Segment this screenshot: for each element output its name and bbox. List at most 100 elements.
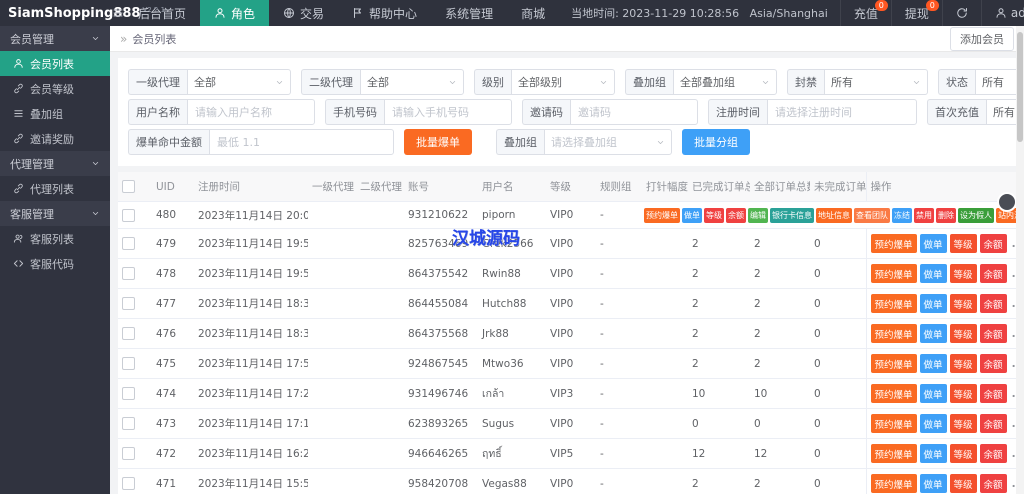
balance-button[interactable]: 余额 bbox=[980, 384, 1007, 403]
row-checkbox[interactable] bbox=[122, 387, 135, 400]
address-info-button[interactable]: 地址信息 bbox=[816, 208, 852, 223]
filter-stack-group-select[interactable]: 全部叠加组 bbox=[673, 69, 777, 95]
delete-button[interactable]: 删除 bbox=[936, 208, 956, 223]
batch-burst-button[interactable]: 批量爆单 bbox=[404, 129, 472, 155]
filter-agent1-select[interactable]: 全部 bbox=[187, 69, 291, 95]
reserve-burst-button[interactable]: 预约爆单 bbox=[871, 234, 917, 253]
balance-button[interactable]: 余额 bbox=[980, 444, 1007, 463]
cell-uncompleted: 0 bbox=[810, 409, 866, 439]
sidebar-item-service-code[interactable]: 客服代码 bbox=[0, 251, 110, 276]
cell-agent2 bbox=[356, 469, 404, 494]
set-level-button[interactable]: 等级 bbox=[950, 474, 977, 493]
page-scrollbar[interactable] bbox=[1016, 26, 1024, 494]
row-checkbox[interactable] bbox=[122, 267, 135, 280]
sidebar-group-service-mgmt[interactable]: 客服管理 bbox=[0, 201, 110, 226]
balance-button[interactable]: 余额 bbox=[980, 294, 1007, 313]
sidebar-item-service-list[interactable]: 客服列表 bbox=[0, 226, 110, 251]
sidebar-item-invite-reward[interactable]: 邀请奖励 bbox=[0, 126, 110, 151]
batch-group-select[interactable]: 请选择叠加组 bbox=[544, 129, 672, 155]
reserve-burst-button[interactable]: 预约爆单 bbox=[871, 294, 917, 313]
make-order-button[interactable]: 做单 bbox=[920, 474, 947, 493]
set-level-button[interactable]: 等级 bbox=[950, 354, 977, 373]
make-order-button[interactable]: 做单 bbox=[920, 294, 947, 313]
freeze-button[interactable]: 冻结 bbox=[892, 208, 912, 223]
batch-group-button[interactable]: 批量分组 bbox=[682, 129, 750, 155]
make-order-button[interactable]: 做单 bbox=[920, 354, 947, 373]
filter-ban-select[interactable]: 所有 bbox=[824, 69, 928, 95]
row-checkbox[interactable] bbox=[122, 297, 135, 310]
reserve-burst-button[interactable]: 预约爆单 bbox=[871, 384, 917, 403]
sidebar-item-member-list[interactable]: 会员列表 bbox=[0, 51, 110, 76]
make-order-button[interactable]: 做单 bbox=[920, 264, 947, 283]
sidebar-group-agent-mgmt[interactable]: 代理管理 bbox=[0, 151, 110, 176]
user-menu[interactable]: admin bbox=[981, 0, 1024, 26]
sidebar-item-agent-list[interactable]: 代理列表 bbox=[0, 176, 110, 201]
balance-button[interactable]: 余额 bbox=[980, 414, 1007, 433]
sidebar-toggle-icon[interactable] bbox=[112, 0, 124, 26]
edit-button[interactable]: 编辑 bbox=[748, 208, 768, 223]
nav-item-help-center[interactable]: 帮助中心 bbox=[338, 0, 431, 26]
balance-button[interactable]: 余额 bbox=[980, 234, 1007, 253]
nav-item-roles[interactable]: 角色 bbox=[200, 0, 269, 26]
filter-agent2-select[interactable]: 全部 bbox=[360, 69, 464, 95]
filter-register-time-input[interactable] bbox=[767, 99, 917, 125]
nav-item-system[interactable]: 系统管理 bbox=[431, 0, 507, 26]
balance-button[interactable]: 余额 bbox=[980, 264, 1007, 283]
row-checkbox[interactable] bbox=[122, 209, 135, 222]
add-member-button[interactable]: 添加会员 bbox=[950, 27, 1014, 51]
reserve-burst-button[interactable]: 预约爆单 bbox=[871, 324, 917, 343]
make-order-button[interactable]: 做单 bbox=[920, 444, 947, 463]
filter-level-select[interactable]: 全部级别 bbox=[511, 69, 615, 95]
view-team-button[interactable]: 查看团队 bbox=[854, 208, 890, 223]
make-order-button[interactable]: 做单 bbox=[682, 208, 702, 223]
nav-item-mall[interactable]: 商城 bbox=[507, 0, 559, 26]
row-checkbox[interactable] bbox=[122, 327, 135, 340]
reserve-burst-button[interactable]: 预约爆单 bbox=[644, 208, 680, 223]
app-logo[interactable]: SiamShopping888 V2.2.1 bbox=[0, 0, 112, 26]
filter-phone-input[interactable] bbox=[384, 99, 512, 125]
sidebar-item-stack-group[interactable]: 叠加组 bbox=[0, 101, 110, 126]
disable-button[interactable]: 禁用 bbox=[914, 208, 934, 223]
balance-button[interactable]: 余额 bbox=[980, 324, 1007, 343]
row-checkbox[interactable] bbox=[122, 417, 135, 430]
set-level-button[interactable]: 等级 bbox=[950, 294, 977, 313]
set-level-button[interactable]: 等级 bbox=[950, 384, 977, 403]
set-level-button[interactable]: 等级 bbox=[950, 234, 977, 253]
refresh-button[interactable] bbox=[942, 0, 981, 26]
nav-item-home[interactable]: 后台首页 bbox=[124, 0, 200, 26]
make-order-button[interactable]: 做单 bbox=[920, 324, 947, 343]
sidebar-item-member-level[interactable]: 会员等级 bbox=[0, 76, 110, 101]
withdraw-button[interactable]: 提现 0 bbox=[891, 0, 942, 26]
make-order-button[interactable]: 做单 bbox=[920, 234, 947, 253]
filter-invite-code-input[interactable] bbox=[570, 99, 698, 125]
bank-card-info-button[interactable]: 银行卡信息 bbox=[770, 208, 814, 223]
set-fake-user-button[interactable]: 设为假人 bbox=[958, 208, 994, 223]
scrollbar-thumb[interactable] bbox=[1017, 32, 1023, 142]
nav-item-trade[interactable]: 交易 bbox=[269, 0, 338, 26]
row-checkbox[interactable] bbox=[122, 447, 135, 460]
set-level-button[interactable]: 等级 bbox=[950, 264, 977, 283]
make-order-button[interactable]: 做单 bbox=[920, 384, 947, 403]
row-checkbox[interactable] bbox=[122, 237, 135, 250]
set-level-button[interactable]: 等级 bbox=[950, 444, 977, 463]
set-level-button[interactable]: 等级 bbox=[704, 208, 724, 223]
reserve-burst-button[interactable]: 预约爆单 bbox=[871, 264, 917, 283]
balance-button[interactable]: 余额 bbox=[980, 474, 1007, 493]
filter-username-input[interactable] bbox=[187, 99, 315, 125]
sidebar-group-member-mgmt[interactable]: 会员管理 bbox=[0, 26, 110, 51]
make-order-button[interactable]: 做单 bbox=[920, 414, 947, 433]
close-actions-icon[interactable] bbox=[999, 194, 1015, 210]
select-all-checkbox[interactable] bbox=[122, 180, 135, 193]
reserve-burst-button[interactable]: 预约爆单 bbox=[871, 414, 917, 433]
balance-button[interactable]: 余额 bbox=[980, 354, 1007, 373]
reserve-burst-button[interactable]: 预约爆单 bbox=[871, 354, 917, 373]
set-level-button[interactable]: 等级 bbox=[950, 324, 977, 343]
set-level-button[interactable]: 等级 bbox=[950, 414, 977, 433]
recharge-button[interactable]: 充值 0 bbox=[840, 0, 891, 26]
burst-amount-input[interactable] bbox=[209, 129, 394, 155]
reserve-burst-button[interactable]: 预约爆单 bbox=[871, 474, 917, 493]
balance-button[interactable]: 余额 bbox=[726, 208, 746, 223]
reserve-burst-button[interactable]: 预约爆单 bbox=[871, 444, 917, 463]
row-checkbox[interactable] bbox=[122, 357, 135, 370]
row-checkbox[interactable] bbox=[122, 477, 135, 490]
